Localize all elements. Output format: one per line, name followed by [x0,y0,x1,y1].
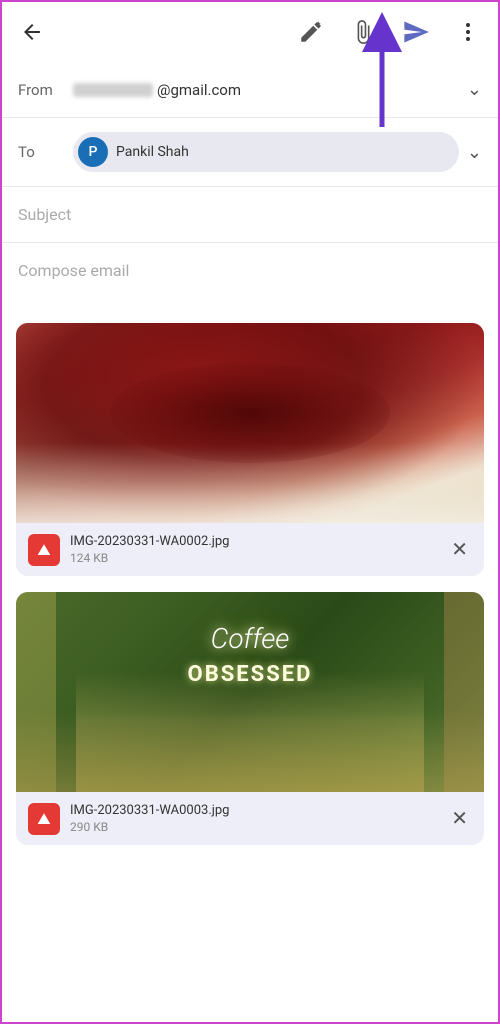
file-details-1: IMG-20230331-WA0002.jpg 124 KB [70,534,437,565]
email-suffix: @gmail.com [157,81,241,99]
coffee-text-neon: Coffee [211,622,290,655]
from-field[interactable]: From @gmail.com ⌄ [2,62,498,118]
attach-button[interactable] [346,15,380,49]
file-icon-1: ⛰ [28,534,60,566]
subject-placeholder: Subject [18,205,71,224]
image-icon-2: ⛰ [37,809,50,829]
image-icon-1: ⛰ [37,540,50,560]
coffee-image: Coffee OBSESSED [16,592,484,792]
from-value: @gmail.com [73,81,459,99]
compose-area[interactable]: Compose email [2,243,498,323]
remove-attachment-2[interactable]: ✕ [447,802,472,835]
to-label: To [18,143,73,161]
toolbar [2,2,498,62]
send-button[interactable] [398,14,434,50]
recipient-avatar: P [78,137,108,167]
file-details-2: IMG-20230331-WA0003.jpg 290 KB [70,803,437,834]
compose-placeholder: Compose email [18,261,129,280]
to-chevron: ⌄ [467,142,482,163]
from-label: From [18,81,73,99]
back-icon [20,20,44,44]
edit-icon [298,19,324,45]
coffee-text-obsessed: OBSESSED [188,662,313,687]
recipient-chip[interactable]: P Pankil Shah [73,132,459,172]
subject-field[interactable]: Subject [2,187,498,243]
attachment-card-1: ⛰ IMG-20230331-WA0002.jpg 124 KB ✕ [16,323,484,576]
attachment-card-2: Coffee OBSESSED ⛰ IMG-20230331-WA0003.jp… [16,592,484,845]
attachment-info-1: ⛰ IMG-20230331-WA0002.jpg 124 KB ✕ [16,523,484,576]
attachment-info-2: ⛰ IMG-20230331-WA0003.jpg 290 KB ✕ [16,792,484,845]
email-blur [73,83,153,97]
file-size-1: 124 KB [70,551,437,565]
from-chevron: ⌄ [467,79,482,100]
to-field[interactable]: To P Pankil Shah ⌄ [2,118,498,187]
more-icon [456,20,480,44]
attachment-preview-2: Coffee OBSESSED [16,592,484,792]
to-value: P Pankil Shah [73,132,459,172]
file-name-2: IMG-20230331-WA0003.jpg [70,803,437,818]
attach-icon [350,19,376,45]
attachments-container: ⛰ IMG-20230331-WA0002.jpg 124 KB ✕ Coffe… [2,323,498,861]
cheesecake-image [16,323,484,523]
remove-attachment-1[interactable]: ✕ [447,533,472,566]
attachment-preview-1 [16,323,484,523]
file-size-2: 290 KB [70,820,437,834]
recipient-name: Pankil Shah [116,144,189,160]
file-icon-2: ⛰ [28,803,60,835]
more-button[interactable] [452,16,484,48]
back-button[interactable] [16,16,48,48]
send-icon [402,18,430,46]
edit-button[interactable] [294,15,328,49]
file-name-1: IMG-20230331-WA0002.jpg [70,534,437,549]
